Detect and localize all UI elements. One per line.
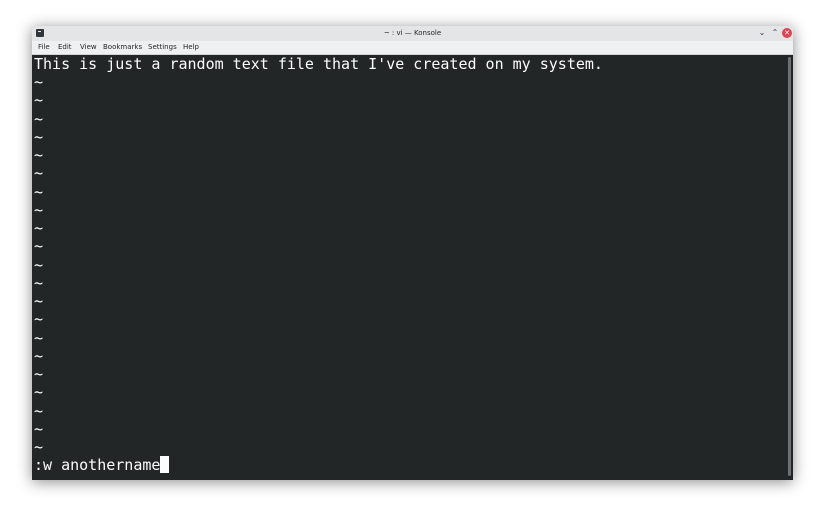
tilde-line: ~ [34, 127, 44, 146]
tilde-line: ~ [34, 401, 44, 420]
tilde-line: ~ [34, 164, 44, 183]
menu-help[interactable]: Help [183, 41, 199, 54]
tilde-line: ~ [34, 292, 44, 310]
window-title: ~ : vi — Konsole [383, 29, 442, 37]
tilde-line: ~ [34, 328, 44, 347]
tilde-line: ~ [34, 346, 44, 365]
tilde-line: ~ [34, 273, 44, 292]
text-cursor [160, 456, 170, 473]
scroll-thumb[interactable] [788, 57, 791, 476]
menu-file[interactable]: File [38, 41, 50, 54]
minimize-button[interactable]: ⌄ [757, 28, 767, 38]
tilde-line: ~ [34, 310, 44, 329]
menu-bar: File Edit View Bookmarks Settings Help [32, 41, 793, 55]
tilde-line: ~ [34, 419, 44, 438]
tilde-line: ~ [34, 383, 44, 402]
close-button[interactable]: ✕ [782, 28, 792, 38]
menu-view[interactable]: View [80, 41, 97, 54]
menu-bookmarks[interactable]: Bookmarks [103, 41, 142, 54]
title-bar[interactable]: ~ : vi — Konsole ⌄ ⌃ ✕ [32, 26, 793, 41]
command-text: :w anothername [34, 456, 161, 474]
tilde-line: ~ [34, 365, 44, 383]
tilde-line: ~ [34, 255, 44, 274]
terminal-area[interactable]: This is just a random text file that I'v… [32, 55, 787, 480]
tilde-line: ~ [34, 182, 44, 201]
tilde-line: ~ [34, 438, 44, 456]
tilde-line: ~ [34, 91, 44, 110]
tilde-line: ~ [34, 146, 44, 164]
tilde-line: ~ [34, 109, 44, 128]
tilde-line: ~ [34, 73, 44, 91]
command-line[interactable]: :w anothername [34, 456, 170, 474]
tilde-line: ~ [34, 200, 44, 219]
scrollbar[interactable] [787, 55, 793, 480]
tilde-line: ~ [34, 219, 44, 237]
menu-settings[interactable]: Settings [148, 41, 177, 54]
menu-edit[interactable]: Edit [58, 41, 72, 54]
tilde-line: ~ [34, 237, 44, 256]
maximize-button[interactable]: ⌃ [770, 28, 780, 38]
file-text-line: This is just a random text file that I'v… [34, 55, 603, 73]
konsole-window: ~ : vi — Konsole ⌄ ⌃ ✕ File Edit View Bo… [32, 26, 793, 480]
